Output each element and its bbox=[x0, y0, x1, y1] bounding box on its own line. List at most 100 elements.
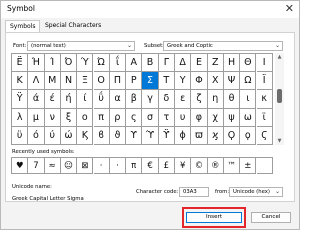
symbol-cell[interactable]: υ bbox=[175, 108, 192, 127]
symbol-cell[interactable]: Κ bbox=[12, 72, 29, 91]
recent-symbol-cell[interactable] bbox=[256, 158, 273, 174]
symbol-cell[interactable]: Σ bbox=[142, 72, 159, 91]
symbol-cell[interactable]: η bbox=[207, 90, 224, 109]
symbol-cell[interactable]: ς bbox=[126, 108, 143, 127]
symbol-cell[interactable]: Ώ bbox=[93, 54, 110, 73]
recent-symbol-cell[interactable]: ™ bbox=[223, 158, 241, 174]
symbol-grid-scrollbar[interactable]: ▲ ▼ bbox=[275, 53, 284, 145]
font-select[interactable]: (normal text) ⌄ bbox=[27, 41, 135, 51]
symbol-cell[interactable]: ϊ bbox=[256, 108, 273, 127]
symbol-cell[interactable]: ϕ bbox=[175, 126, 192, 145]
symbol-cell[interactable]: γ bbox=[142, 90, 159, 109]
recent-symbol-cell[interactable]: ≈ bbox=[44, 158, 61, 174]
scroll-thumb[interactable] bbox=[277, 89, 282, 103]
recent-symbol-cell[interactable]: π bbox=[126, 158, 143, 174]
symbol-cell[interactable]: ή bbox=[60, 90, 78, 109]
symbol-cell[interactable]: Ϛ bbox=[256, 126, 273, 145]
symbol-cell[interactable]: Ό bbox=[60, 54, 78, 73]
symbol-cell[interactable]: έ bbox=[44, 90, 61, 109]
symbol-cell[interactable]: Ν bbox=[60, 72, 78, 91]
symbol-cell[interactable]: α bbox=[109, 90, 127, 109]
symbol-cell[interactable]: Ë bbox=[12, 54, 29, 73]
recent-symbol-cell[interactable]: ♥ bbox=[12, 158, 29, 174]
character-code-input[interactable]: 03A3 bbox=[179, 187, 209, 197]
symbol-cell[interactable]: Γ bbox=[158, 54, 175, 73]
symbol-cell[interactable]: ύ bbox=[44, 126, 61, 145]
symbol-cell[interactable]: ϙ bbox=[240, 126, 257, 145]
from-select[interactable]: Unicode (hex) ⌄ bbox=[229, 187, 283, 197]
symbol-cell[interactable]: Ε bbox=[191, 54, 208, 73]
recent-symbol-cell[interactable]: € bbox=[142, 158, 159, 174]
symbol-cell[interactable]: ώ bbox=[60, 126, 78, 145]
symbol-cell[interactable]: θ bbox=[223, 90, 241, 109]
recent-symbol-cell[interactable]: ± bbox=[240, 158, 257, 174]
symbol-cell[interactable]: Η bbox=[223, 54, 241, 73]
symbol-cell[interactable]: Ρ bbox=[126, 72, 143, 91]
symbol-cell[interactable]: Β bbox=[142, 54, 159, 73]
recent-symbol-cell[interactable]: £ bbox=[158, 158, 175, 174]
symbol-cell[interactable]: Ο bbox=[93, 72, 110, 91]
symbol-cell[interactable]: Τ bbox=[158, 72, 175, 91]
symbol-cell[interactable]: Ϗ bbox=[77, 126, 94, 145]
symbol-cell[interactable]: ϐ bbox=[93, 126, 110, 145]
close-icon[interactable]: ✕ bbox=[285, 2, 294, 16]
recent-symbol-cell[interactable]: ® bbox=[207, 158, 224, 174]
symbol-cell[interactable]: Ϋ bbox=[12, 90, 29, 109]
symbol-cell[interactable]: ί bbox=[77, 90, 94, 109]
recent-symbol-cell[interactable]: · bbox=[109, 158, 127, 174]
symbol-cell[interactable]: ω bbox=[240, 108, 257, 127]
tab-special-characters[interactable]: Special Characters bbox=[41, 20, 105, 32]
symbol-cell[interactable]: Ή bbox=[28, 54, 45, 73]
recent-symbol-cell[interactable]: ¥ bbox=[175, 158, 192, 174]
symbol-cell[interactable]: ΰ bbox=[93, 90, 110, 109]
symbol-cell[interactable]: Δ bbox=[175, 54, 192, 73]
symbol-cell[interactable]: Ί bbox=[44, 54, 61, 73]
symbol-cell[interactable]: τ bbox=[158, 108, 175, 127]
symbol-cell[interactable]: π bbox=[93, 108, 110, 127]
symbol-cell[interactable]: ζ bbox=[191, 90, 208, 109]
symbol-cell[interactable]: Π bbox=[109, 72, 127, 91]
symbol-cell[interactable]: Λ bbox=[28, 72, 45, 91]
symbol-cell[interactable]: χ bbox=[207, 108, 224, 127]
symbol-cell[interactable]: ϒ bbox=[126, 126, 143, 145]
symbol-cell[interactable]: Ύ bbox=[77, 54, 94, 73]
symbol-cell[interactable]: Ι bbox=[256, 54, 273, 73]
symbol-cell[interactable]: ΐ bbox=[109, 54, 127, 73]
symbol-cell[interactable]: ϑ bbox=[109, 126, 127, 145]
symbol-cell[interactable]: Χ bbox=[207, 72, 224, 91]
symbol-cell[interactable]: ά bbox=[28, 90, 45, 109]
symbol-cell[interactable]: Ϊ bbox=[256, 72, 273, 91]
symbol-cell[interactable]: ν bbox=[44, 108, 61, 127]
recent-symbol-cell[interactable]: © bbox=[191, 158, 208, 174]
symbol-cell[interactable]: ο bbox=[77, 108, 94, 127]
symbol-cell[interactable]: ξ bbox=[60, 108, 78, 127]
symbol-cell[interactable]: ι bbox=[240, 90, 257, 109]
symbol-cell[interactable]: Ξ bbox=[77, 72, 94, 91]
symbol-cell[interactable]: μ bbox=[28, 108, 45, 127]
symbol-cell[interactable]: Ϙ bbox=[223, 126, 241, 145]
symbol-cell[interactable]: β bbox=[126, 90, 143, 109]
recent-symbol-cell[interactable]: 7 bbox=[28, 158, 45, 174]
recent-symbol-cell[interactable]: · bbox=[93, 158, 110, 174]
symbol-cell[interactable]: ψ bbox=[223, 108, 241, 127]
symbol-cell[interactable]: ό bbox=[28, 126, 45, 145]
subset-select[interactable]: Greek and Coptic ⌄ bbox=[163, 41, 283, 51]
symbol-cell[interactable]: ϖ bbox=[191, 126, 208, 145]
symbol-cell[interactable]: Μ bbox=[44, 72, 61, 91]
cancel-button[interactable]: Cancel bbox=[251, 212, 291, 223]
symbol-cell[interactable]: ϗ bbox=[207, 126, 224, 145]
symbol-cell[interactable]: ϓ bbox=[142, 126, 159, 145]
symbol-cell[interactable]: δ bbox=[158, 90, 175, 109]
symbol-cell[interactable]: Φ bbox=[191, 72, 208, 91]
scroll-up-icon[interactable]: ▲ bbox=[275, 53, 284, 61]
symbol-cell[interactable]: ϋ bbox=[12, 126, 29, 145]
symbol-cell[interactable]: φ bbox=[191, 108, 208, 127]
symbol-cell[interactable]: ε bbox=[175, 90, 192, 109]
symbol-cell[interactable]: λ bbox=[12, 108, 29, 127]
symbol-cell[interactable]: Υ bbox=[175, 72, 192, 91]
scroll-down-icon[interactable]: ▼ bbox=[275, 137, 284, 145]
symbol-cell[interactable]: Α bbox=[126, 54, 143, 73]
symbol-cell[interactable]: κ bbox=[256, 90, 273, 109]
symbol-cell[interactable]: σ bbox=[142, 108, 159, 127]
symbol-cell[interactable]: Ζ bbox=[207, 54, 224, 73]
